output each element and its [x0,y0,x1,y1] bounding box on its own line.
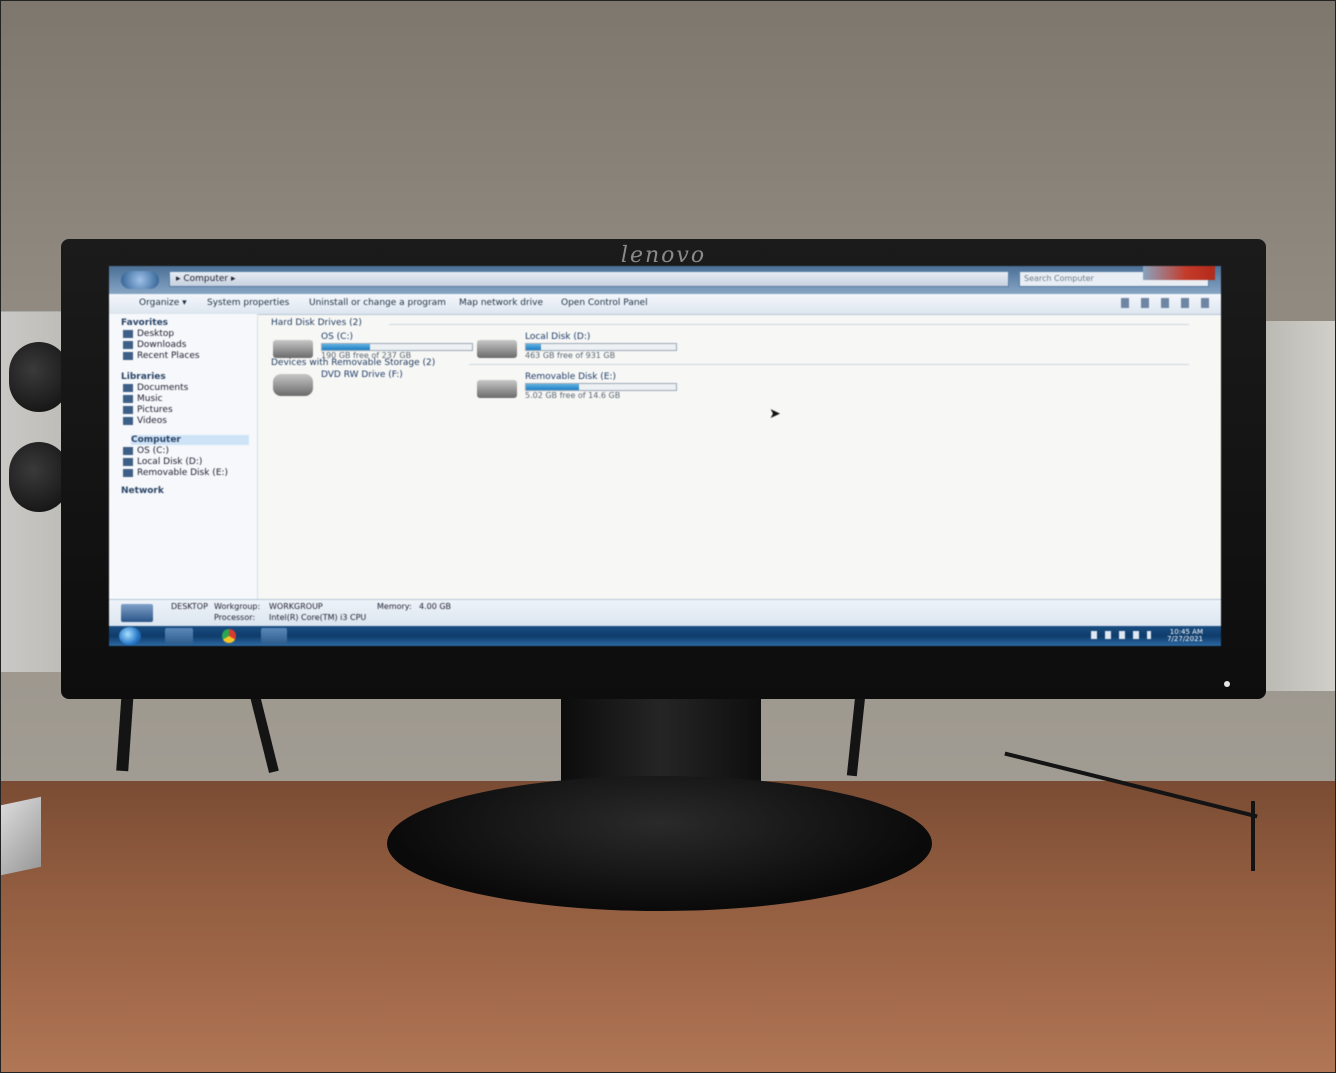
cable [1251,801,1255,871]
nav-favorites[interactable]: Favorites [121,318,168,328]
nav-videos[interactable]: Videos [123,416,167,426]
videos-icon [123,417,133,425]
nav-os-drive[interactable]: OS (C:) [123,446,169,456]
processor-value: Intel(R) Core(TM) i3 CPU [269,613,367,622]
nav-removable-disk[interactable]: Removable Disk (E:) [123,468,229,478]
desktop-icon [123,330,133,338]
group-divider [469,364,1189,365]
laptop-edge [1,796,41,876]
command-bar: Organize ▾ System properties Uninstall o… [109,294,1221,315]
computer-name: DESKTOP [171,602,208,611]
drive-item[interactable]: Removable Disk (E:) 5.02 GB free of 14.6… [477,372,677,408]
nav-label: Downloads [137,340,187,350]
drive-free-space: 463 GB free of 931 GB [525,351,616,360]
drive-name: Removable Disk (E:) [525,372,617,382]
nav-music[interactable]: Music [123,394,163,404]
details-pane: DESKTOP Workgroup: WORKGROUP Memory: 4.0… [109,599,1221,627]
power-led [1224,681,1230,687]
clock-date: 7/27/2021 [1167,635,1203,643]
pictures-icon [123,406,133,414]
view-options-icon[interactable] [1121,298,1211,308]
nav-label: OS (C:) [137,446,169,456]
downloads-icon [123,341,133,349]
drive-usage-bar [321,343,473,351]
window-controls[interactable] [1143,266,1215,280]
drive-usage-fill [526,344,541,350]
navigation-pane: Favorites Desktop Downloads Recent Place… [109,314,258,599]
usb-drive-icon [123,469,133,477]
content-pane: Hard Disk Drives (2) OS (C:) 190 GB free… [259,314,1221,599]
drive-free-space: 5.02 GB free of 14.6 GB [525,391,621,400]
wall-socket [9,442,69,512]
monitor-logo: lenovo [620,243,707,268]
nav-network[interactable]: Network [121,486,164,496]
window-taskbar-icon[interactable] [261,628,287,644]
back-forward-button[interactable] [121,271,159,289]
organize-button[interactable]: Organize ▾ [139,298,187,308]
uninstall-program-button[interactable]: Uninstall or change a program [309,298,446,308]
music-icon [123,395,133,403]
drive-name: Local Disk (D:) [525,332,591,342]
mouse-cursor-icon: ➤ [769,406,781,422]
workgroup-value: WORKGROUP [269,602,323,611]
nav-label: Recent Places [137,351,200,361]
group-removable-storage[interactable]: Devices with Removable Storage (2) [271,358,435,368]
monitor-screen: ▸ Computer ▸ Search Computer Organize ▾ … [109,266,1221,646]
explorer-taskbar-icon[interactable] [165,628,193,644]
drive-item[interactable]: Local Disk (D:) 463 GB free of 931 GB [477,332,677,368]
nav-desktop[interactable]: Desktop [123,329,175,339]
drive-name: OS (C:) [321,332,353,342]
drive-usage-bar [525,343,677,351]
nav-label: Music [137,394,163,404]
usb-drive-icon [477,380,517,398]
start-button-icon[interactable] [119,627,141,645]
nav-label: Desktop [137,329,175,339]
dvd-drive-icon [273,374,313,396]
address-bar[interactable]: ▸ Computer ▸ [169,271,1009,287]
control-panel-button[interactable]: Open Control Panel [561,298,648,308]
memory-value: 4.00 GB [419,602,452,611]
nav-label: Local Disk (D:) [137,457,203,467]
map-network-drive-button[interactable]: Map network drive [459,298,543,308]
processor-label: Processor: [214,613,256,622]
nav-documents[interactable]: Documents [123,383,189,393]
nav-label: Videos [137,416,167,426]
nav-label: Documents [137,383,189,393]
drive-icon [123,458,133,466]
taskbar: 10:45 AM 7/27/2021 [109,626,1221,646]
wall-socket [9,342,69,412]
group-divider [389,324,1189,325]
drive-usage-bar [525,383,677,391]
memory-label: Memory: [377,602,412,611]
workgroup-label: Workgroup: [214,602,261,611]
nav-label: Pictures [137,405,173,415]
nav-recent[interactable]: Recent Places [123,351,200,361]
computer-icon [121,604,153,622]
drive-usage-fill [322,344,370,350]
documents-icon [123,384,133,392]
nav-computer[interactable]: Computer [131,435,249,445]
chrome-taskbar-icon[interactable] [222,629,236,643]
hard-drive-icon [273,340,313,358]
nav-downloads[interactable]: Downloads [123,340,187,350]
group-hard-disks[interactable]: Hard Disk Drives (2) [271,318,362,328]
drive-name: DVD RW Drive (F:) [321,370,403,380]
drive-usage-fill [526,384,579,390]
drive-item[interactable]: DVD RW Drive (F:) [273,370,473,406]
nav-pictures[interactable]: Pictures [123,405,173,415]
system-properties-button[interactable]: System properties [207,298,289,308]
explorer-titlebar: ▸ Computer ▸ Search Computer [109,266,1221,294]
wall-right-panel [1255,321,1335,691]
system-tray-icons[interactable] [1091,631,1151,639]
monitor-stand-base [387,776,932,911]
hard-drive-icon [477,340,517,358]
recent-places-icon [123,352,133,360]
nav-label: Removable Disk (E:) [137,468,229,478]
drive-icon [123,447,133,455]
nav-libraries[interactable]: Libraries [121,372,166,382]
photo: lenovo ▸ Computer ▸ Search Computer Orga… [0,0,1336,1073]
clock[interactable]: 10:45 AM 7/27/2021 [1167,629,1203,643]
nav-local-disk[interactable]: Local Disk (D:) [123,457,203,467]
